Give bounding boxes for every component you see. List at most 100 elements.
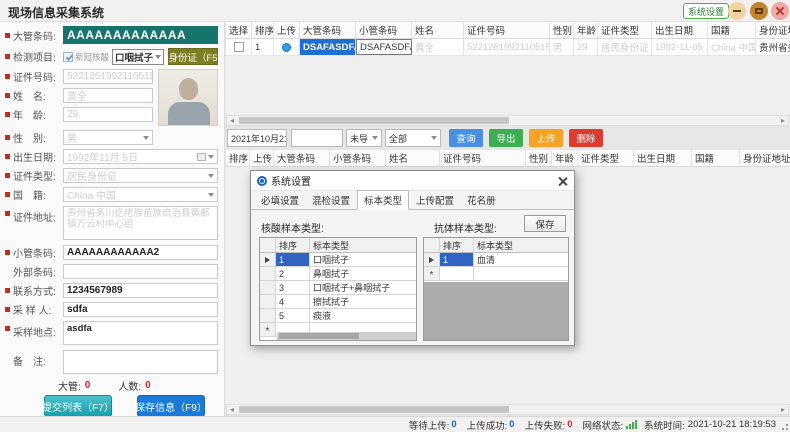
col-name: 姓名 <box>412 22 464 38</box>
upload-button[interactable]: 上传 <box>529 129 563 147</box>
new-row-icon: * <box>430 273 434 279</box>
scrollbar-thumb[interactable] <box>279 333 359 339</box>
type-filter-select[interactable]: 全部 <box>385 129 441 147</box>
test-item-label: 检测项目: <box>13 49 63 64</box>
sample-site-label: 采样地点: <box>13 324 63 339</box>
submit-list-button[interactable]: 提交列表（F7） <box>44 395 112 416</box>
chevron-down-icon <box>208 193 214 197</box>
age-field: 29 <box>63 107 153 122</box>
waiting-upload-value: 0 <box>451 419 456 430</box>
tab-roster[interactable]: 花名册 <box>461 191 502 209</box>
required-marker <box>5 173 10 178</box>
scroll-right-icon[interactable]: ▸ <box>778 405 788 414</box>
grid-row[interactable]: 1 血清 <box>424 253 568 267</box>
collection-form-panel: 大管条码: AAAAAAAAAAAAA 检测项目: 新冠核酸 口咽拭子 读身份证… <box>0 22 225 416</box>
system-settings-button[interactable]: 系统设置 <box>683 3 729 19</box>
contact-field[interactable]: 1234567989 <box>63 283 218 298</box>
grid-hscrollbar[interactable] <box>277 332 416 340</box>
people-count-label: 人数: <box>118 378 141 393</box>
settings-icon <box>257 176 267 186</box>
dialog-tabs: 必填设置 混检设置 标本类型 上传配置 花名册 <box>251 191 574 210</box>
col-small-barcode: 小管条码 <box>356 22 412 38</box>
antibody-sample-type-label: 抗体样本类型: <box>434 220 497 235</box>
query-button[interactable]: 查询 <box>449 129 483 147</box>
col-small-barcode: 小管条码 <box>330 150 386 166</box>
read-id-card-button[interactable]: 读身份证（F5） <box>168 48 218 65</box>
required-marker <box>5 192 10 197</box>
col-age: 年龄 <box>552 150 578 166</box>
grid-row[interactable]: 3 口咽拭子+鼻咽拭子 <box>260 281 416 295</box>
date-picker[interactable]: 2021年10月21日 <box>227 129 287 147</box>
close-button[interactable] <box>771 2 789 20</box>
grid-col-order: 排序 <box>276 238 310 252</box>
external-barcode-label: 外部条码: <box>13 264 63 279</box>
system-time-value: 2021-10-21 18:19:53 <box>688 419 776 430</box>
minimize-button[interactable] <box>728 2 746 20</box>
tube-count-label: 大管: <box>58 378 81 393</box>
network-status-label: 网络状态: <box>583 418 624 432</box>
birth-date-picker: 1992年11月 5日 <box>63 149 218 164</box>
gender-select: 男 <box>63 130 153 145</box>
new-row-icon: * <box>266 329 270 335</box>
required-marker <box>5 112 10 117</box>
row-checkbox[interactable] <box>234 42 244 52</box>
scrollbar-thumb[interactable] <box>239 406 509 413</box>
photo-head-shape <box>179 78 198 100</box>
remarks-field[interactable] <box>63 350 218 374</box>
sample-type-select[interactable]: 口咽拭子 <box>112 49 164 65</box>
maximize-button[interactable] <box>750 2 768 20</box>
scroll-left-icon[interactable]: ◂ <box>227 405 237 414</box>
required-marker <box>5 326 10 331</box>
tab-mixed-test-settings[interactable]: 混检设置 <box>306 191 356 209</box>
col-id-type: 证件类型 <box>598 22 652 38</box>
covid-checkbox-label: 新冠核酸 <box>75 51 109 63</box>
upload-failed-label: 上传失败: <box>525 418 566 432</box>
dialog-close-icon[interactable] <box>558 176 568 186</box>
table-row[interactable]: 1 DSAFASDFAAAS DSAFASDFAAAS1 黄全 52212619… <box>226 39 790 56</box>
grid-row[interactable]: 2 鼻咽拭子 <box>260 267 416 281</box>
required-marker <box>5 93 10 98</box>
sampler-field[interactable]: sdfa <box>63 302 218 317</box>
tube-count-value: 0 <box>85 380 91 391</box>
scroll-left-icon[interactable]: ◂ <box>227 116 237 125</box>
tab-required-settings[interactable]: 必填设置 <box>255 191 305 209</box>
delete-button[interactable]: 删除 <box>569 129 603 147</box>
export-filter-select[interactable]: 未导 <box>346 129 382 147</box>
required-marker <box>5 288 10 293</box>
nationality-label: 国 籍: <box>13 187 63 202</box>
grid-row[interactable]: 5 痰液 <box>260 309 416 323</box>
sample-site-field[interactable]: asdfa <box>63 321 218 345</box>
grid-row[interactable]: 1 口咽拭子 <box>260 253 416 267</box>
col-id-number: 证件号码 <box>464 22 550 38</box>
required-marker <box>5 33 10 38</box>
current-row-icon <box>429 257 434 263</box>
maximize-icon <box>755 8 763 14</box>
dialog-save-button[interactable]: 保存 <box>524 215 566 232</box>
grid-row[interactable]: 4 擦拭拭子 <box>260 295 416 309</box>
tab-upload-config[interactable]: 上传配置 <box>410 191 460 209</box>
system-settings-dialog: 系统设置 必填设置 混检设置 标本类型 上传配置 花名册 核酸样本类型: 抗体样… <box>250 170 575 346</box>
col-id-type: 证件类型 <box>578 150 634 166</box>
external-barcode-field[interactable] <box>63 264 218 279</box>
tube-barcode-label: 大管条码: <box>13 28 63 43</box>
export-button[interactable]: 导出 <box>489 129 523 147</box>
save-info-button[interactable]: 保存信息（F9） <box>137 395 205 416</box>
grid-new-row[interactable]: * <box>424 267 568 281</box>
required-marker <box>5 54 10 59</box>
dialog-title: 系统设置 <box>271 173 311 188</box>
col-big-barcode: 大管条码 <box>300 22 356 38</box>
search-input[interactable] <box>291 129 343 147</box>
top-table-hscrollbar[interactable]: ◂ ▸ <box>226 115 789 126</box>
bottom-table-hscrollbar[interactable]: ◂ ▸ <box>226 404 789 415</box>
scroll-right-icon[interactable]: ▸ <box>778 116 788 125</box>
people-count-value: 0 <box>145 380 151 391</box>
birth-date-label: 出生日期: <box>13 149 63 164</box>
resize-grip <box>782 424 788 430</box>
tab-sample-type[interactable]: 标本类型 <box>357 190 409 210</box>
tube-barcode-field[interactable]: AAAAAAAAAAAAA <box>63 26 218 44</box>
small-tube-barcode-field[interactable]: AAAAAAAAAAAA2 <box>63 245 218 260</box>
selected-cell[interactable]: DSAFASDFAAAS <box>300 39 356 55</box>
scrollbar-thumb[interactable] <box>239 117 509 124</box>
upload-status-icon[interactable] <box>282 43 291 52</box>
chevron-down-icon <box>143 136 149 140</box>
